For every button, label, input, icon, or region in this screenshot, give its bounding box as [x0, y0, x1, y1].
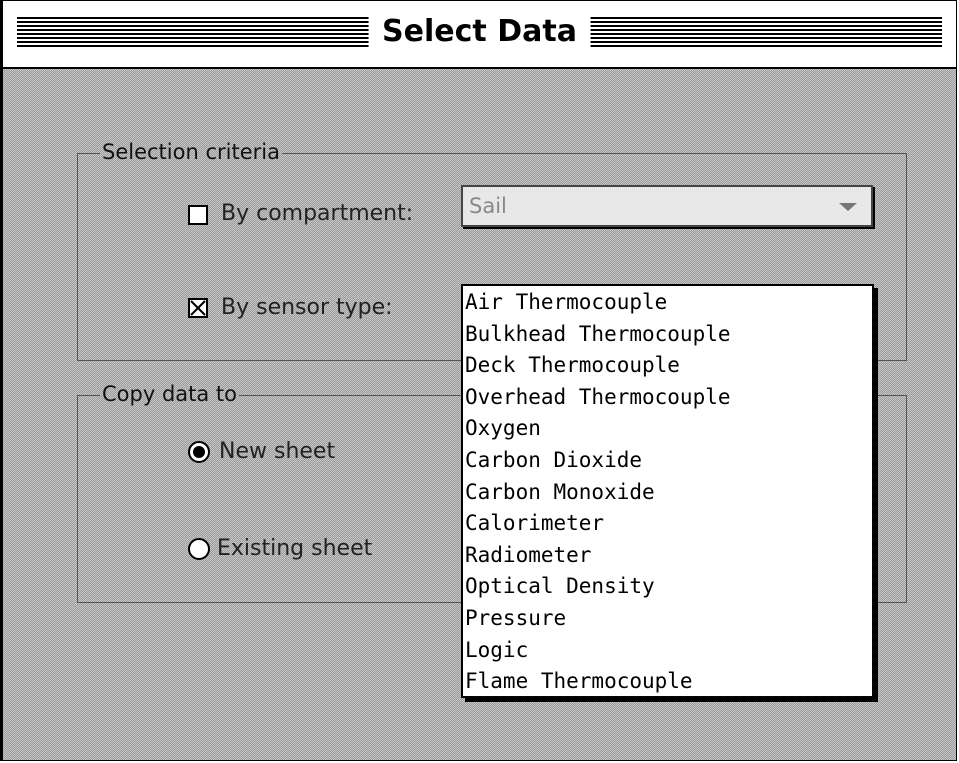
by-sensor-type-checkbox[interactable]	[188, 298, 208, 318]
x-mark-icon	[190, 300, 206, 316]
sensor-type-list[interactable]: Air Thermocouple Bulkhead Thermocouple D…	[461, 284, 874, 698]
compartment-dropdown[interactable]: Sail	[461, 185, 873, 227]
list-item[interactable]: Logic	[463, 635, 872, 667]
radio-selected-dot	[193, 446, 205, 458]
title-bar[interactable]: Select Data	[3, 1, 956, 69]
new-sheet-label: New sheet	[219, 439, 336, 464]
list-item[interactable]: Oxygen	[463, 413, 872, 445]
existing-sheet-label: Existing sheet	[217, 536, 373, 561]
existing-sheet-radio[interactable]	[188, 538, 210, 560]
list-item[interactable]: Overhead Thermocouple	[463, 382, 872, 414]
list-item[interactable]: Carbon Dioxide	[463, 445, 872, 477]
by-compartment-checkbox[interactable]	[188, 205, 208, 225]
list-item[interactable]: Flame Thermocouple	[463, 666, 872, 698]
by-sensor-type-label: By sensor type:	[221, 295, 393, 320]
copy-data-to-label: Copy data to	[102, 382, 238, 406]
select-data-dialog: Select Data Selection criteria By compar…	[0, 0, 957, 761]
selection-criteria-label: Selection criteria	[101, 140, 280, 164]
list-item[interactable]: Carbon Monoxide	[463, 477, 872, 509]
list-item[interactable]: Optical Density	[463, 571, 872, 603]
list-item[interactable]: Pressure	[463, 603, 872, 635]
by-compartment-label: By compartment:	[221, 201, 414, 226]
window-title: Select Data	[368, 11, 591, 53]
compartment-dropdown-value: Sail	[469, 194, 507, 218]
new-sheet-radio[interactable]	[188, 441, 210, 463]
list-item[interactable]: Radiometer	[463, 540, 872, 572]
list-item[interactable]: Air Thermocouple	[463, 287, 872, 319]
list-item[interactable]: Calorimeter	[463, 508, 872, 540]
list-item[interactable]: Deck Thermocouple	[463, 350, 872, 382]
triangle-down-icon	[839, 203, 857, 211]
list-item[interactable]: Bulkhead Thermocouple	[463, 319, 872, 351]
